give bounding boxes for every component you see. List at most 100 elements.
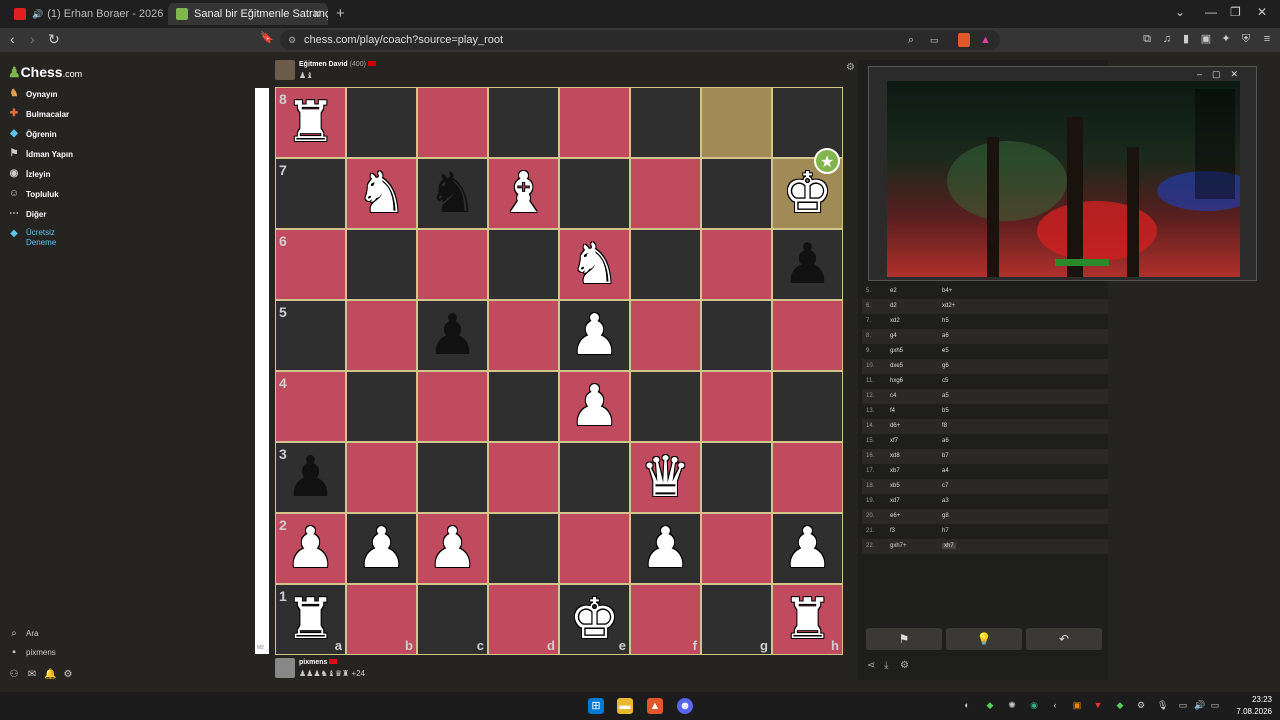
white-move[interactable]: xd2	[890, 318, 900, 324]
sidebar-item-watch[interactable]: ◉ İzleyin	[8, 166, 51, 182]
square-g3[interactable]	[701, 442, 772, 513]
sidebar-item-community[interactable]: ☺ Topluluk	[8, 186, 59, 202]
sidebar-search[interactable]: ⌕ Ara	[8, 628, 38, 639]
extensions-icon[interactable]: ⧉	[1141, 33, 1153, 45]
discord-icon[interactable]: ☻	[677, 698, 693, 714]
square-g8[interactable]	[701, 87, 772, 158]
music-icon[interactable]: ♫	[1161, 33, 1173, 45]
square-d1[interactable]: d	[488, 584, 559, 655]
cast-icon[interactable]: ▭	[930, 30, 939, 50]
vpn-icon[interactable]: ⛨	[1240, 33, 1252, 45]
sidebar-user[interactable]: ▪ pixmens	[8, 647, 56, 658]
network-icon[interactable]: ▭	[1178, 700, 1188, 710]
black-move[interactable]: b5	[942, 408, 949, 414]
chess-piece[interactable]: ♟	[276, 443, 345, 512]
sidebar-toggle-icon[interactable]: ▮	[1180, 33, 1192, 45]
square-c2[interactable]: ♟	[417, 513, 488, 584]
square-g7[interactable]	[701, 158, 772, 229]
minimize-button[interactable]: —	[1205, 5, 1217, 19]
windows-start-icon[interactable]: ⊞	[588, 698, 604, 714]
square-h3[interactable]	[772, 442, 843, 513]
square-b3[interactable]	[346, 442, 417, 513]
white-move[interactable]: hxg6	[890, 378, 903, 384]
new-tab-button[interactable]: +	[336, 5, 345, 22]
white-move[interactable]: gxh5	[890, 348, 903, 354]
square-a1[interactable]: 1 a ♜	[275, 584, 346, 655]
black-move[interactable]: h5	[942, 318, 949, 324]
square-f1[interactable]: f	[630, 584, 701, 655]
tray-app-icon[interactable]: ◆	[1115, 700, 1125, 710]
menu-icon[interactable]: ≡	[1261, 33, 1273, 45]
white-move[interactable]: e6+	[890, 513, 900, 519]
white-move[interactable]: dxe5	[890, 363, 903, 369]
square-b1[interactable]: b	[346, 584, 417, 655]
square-e8[interactable]	[559, 87, 630, 158]
square-b5[interactable]	[346, 300, 417, 371]
reload-button[interactable]: ↻	[48, 31, 60, 48]
square-e5[interactable]: ♟	[559, 300, 630, 371]
leo-ai-icon[interactable]: ✦	[1220, 33, 1232, 45]
share-icon[interactable]: ⋖	[867, 660, 875, 671]
square-d8[interactable]	[488, 87, 559, 158]
maximize-button[interactable]: ❐	[1230, 5, 1241, 19]
back-button[interactable]: ‹	[10, 31, 15, 47]
square-f5[interactable]	[630, 300, 701, 371]
chess-piece[interactable]: ♟	[418, 301, 487, 370]
square-h1[interactable]: h ♜	[772, 584, 843, 655]
white-move[interactable]: f3	[890, 528, 895, 534]
square-b2[interactable]: ♟	[346, 513, 417, 584]
square-h4[interactable]	[772, 371, 843, 442]
square-c4[interactable]	[417, 371, 488, 442]
gear-icon[interactable]: ⚙	[62, 669, 74, 680]
square-c7[interactable]: ♞	[417, 158, 488, 229]
tray-app-icon[interactable]: ✺	[1007, 700, 1017, 710]
square-f3[interactable]: ♛	[630, 442, 701, 513]
chess-piece[interactable]: ♟	[276, 514, 345, 583]
white-move[interactable]: g4	[890, 333, 897, 339]
black-move[interactable]: a3	[942, 498, 949, 504]
site-info-icon[interactable]: ⚙	[288, 30, 296, 50]
chess-piece[interactable]: ♜	[773, 585, 842, 654]
chess-piece[interactable]: ♞	[560, 230, 629, 299]
sidebar-item-play[interactable]: ♞ Oynayın	[8, 86, 58, 102]
black-move[interactable]: g6	[942, 363, 949, 369]
square-g4[interactable]	[701, 371, 772, 442]
black-move[interactable]: c5	[942, 378, 948, 384]
black-move[interactable]: a6	[942, 333, 949, 339]
tray-app-icon[interactable]: ▣	[1072, 700, 1082, 710]
mail-icon[interactable]: ✉	[26, 669, 38, 680]
square-f6[interactable]	[630, 229, 701, 300]
speaker-icon[interactable]: 🔊	[1194, 700, 1205, 710]
square-d5[interactable]	[488, 300, 559, 371]
white-move[interactable]: xb5	[890, 483, 900, 489]
chevron-up-icon[interactable]: ‹	[1050, 700, 1060, 710]
friends-icon[interactable]: ⚇	[8, 669, 20, 680]
zoom-icon[interactable]: ⌕	[908, 30, 914, 50]
square-d6[interactable]	[488, 229, 559, 300]
square-a6[interactable]: 6	[275, 229, 346, 300]
system-clock[interactable]: 23:23 7.08.2026	[1236, 694, 1272, 718]
sidebar-item-puzzles[interactable]: ✚ Bulmacalar	[8, 106, 69, 122]
free-trial-link[interactable]: ◆ Ücretsiz Deneme	[8, 228, 78, 250]
white-move[interactable]: e2	[890, 288, 897, 294]
tray-app-icon[interactable]: ◐	[962, 700, 972, 710]
black-move[interactable]: b4+	[942, 288, 952, 294]
square-h8[interactable]	[772, 87, 843, 158]
square-d4[interactable]	[488, 371, 559, 442]
square-a4[interactable]: 4	[275, 371, 346, 442]
square-c1[interactable]: c	[417, 584, 488, 655]
square-b8[interactable]	[346, 87, 417, 158]
square-a3[interactable]: 3 ♟	[275, 442, 346, 513]
white-move[interactable]: xb7	[890, 468, 900, 474]
close-icon[interactable]: ✕	[312, 7, 322, 21]
chess-piece[interactable]: ♟	[560, 301, 629, 370]
square-a5[interactable]: 5	[275, 300, 346, 371]
chess-piece[interactable]: ♟	[418, 514, 487, 583]
square-e1[interactable]: e ♚	[559, 584, 630, 655]
square-e4[interactable]: ♟	[559, 371, 630, 442]
square-a2[interactable]: 2 ♟	[275, 513, 346, 584]
url-field[interactable]: ⚙ chess.com/play/coach?source=play_root …	[280, 30, 1000, 50]
square-f2[interactable]: ♟	[630, 513, 701, 584]
black-move[interactable]: g8	[942, 513, 949, 519]
pip-window-controls[interactable]: –▢✕	[1197, 69, 1248, 80]
